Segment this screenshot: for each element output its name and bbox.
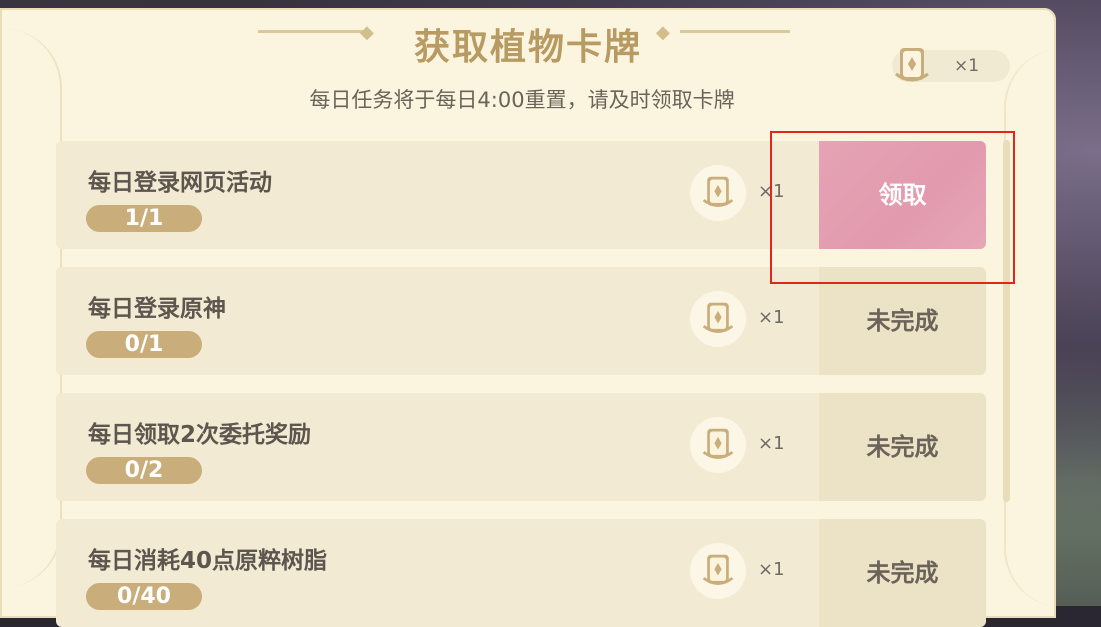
plant-card-icon	[690, 417, 746, 473]
task-progress: 0/2	[86, 457, 202, 484]
plant-card-icon	[690, 165, 746, 221]
highlight-annotation	[770, 131, 1015, 284]
task-row: 每日领取2次委托奖励 0/2 ×1 未完成	[56, 393, 986, 501]
incomplete-status: 未完成	[819, 519, 986, 627]
plant-card-icon	[690, 291, 746, 347]
reward-count: ×1	[758, 559, 785, 580]
plant-card-icon	[690, 543, 746, 599]
task-name: 每日领取2次委托奖励	[88, 422, 312, 448]
task-progress: 0/1	[86, 331, 202, 358]
reset-notice: 每日任务将于每日4:00重置，请及时领取卡牌	[309, 88, 735, 112]
reward-count: ×1	[758, 433, 785, 454]
incomplete-status: 未完成	[819, 393, 986, 501]
card-balance: ×1	[892, 48, 1010, 82]
card-balance-count: ×1	[954, 56, 980, 76]
title-divider-right	[680, 30, 790, 33]
reward-count: ×1	[758, 307, 785, 328]
task-progress: 1/1	[86, 205, 202, 232]
task-name: 每日登录网页活动	[88, 170, 272, 196]
page-title: 获取植物卡牌	[413, 27, 642, 68]
task-name: 每日登录原神	[88, 296, 226, 322]
plant-card-icon	[892, 44, 932, 88]
task-row: 每日消耗40点原粹树脂 0/40 ×1 未完成	[56, 519, 986, 627]
diamond-ornament-icon: ◆	[656, 22, 670, 43]
task-name: 每日消耗40点原粹树脂	[88, 548, 328, 574]
